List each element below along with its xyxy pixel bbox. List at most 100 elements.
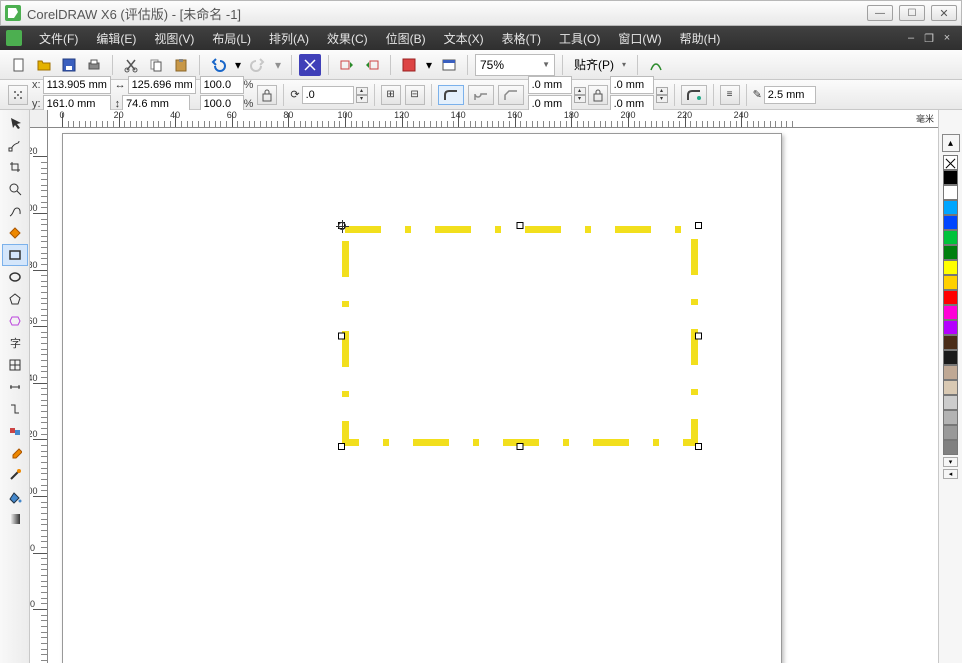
redo-button[interactable] bbox=[247, 54, 269, 76]
swatch-nofill[interactable] bbox=[943, 155, 958, 170]
menu-layout[interactable]: 布局(L) bbox=[203, 27, 260, 50]
maximize-button[interactable]: ☐ bbox=[899, 5, 925, 21]
corner-scallop-button[interactable] bbox=[468, 85, 494, 105]
corner-lock-button[interactable] bbox=[588, 85, 608, 105]
ellipse-tool[interactable] bbox=[2, 266, 28, 288]
swatch[interactable] bbox=[943, 320, 958, 335]
handle-ml[interactable] bbox=[338, 333, 345, 340]
menu-bitmap[interactable]: 位图(B) bbox=[377, 27, 435, 50]
handle-tr[interactable] bbox=[695, 222, 702, 229]
corner-tr-input[interactable] bbox=[610, 76, 654, 94]
swatch[interactable] bbox=[943, 215, 958, 230]
outline-tool[interactable] bbox=[2, 464, 28, 486]
menu-window[interactable]: 窗口(W) bbox=[609, 27, 670, 50]
mdi-restore-button[interactable]: ❐ bbox=[920, 31, 938, 45]
ruler-origin[interactable] bbox=[30, 110, 48, 128]
redo-dropdown[interactable]: ▾ bbox=[272, 54, 284, 76]
undo-button[interactable] bbox=[207, 54, 229, 76]
print-button[interactable] bbox=[83, 54, 105, 76]
menu-effects[interactable]: 效果(C) bbox=[318, 27, 377, 50]
menu-tools[interactable]: 工具(O) bbox=[550, 27, 609, 50]
dimension-tool[interactable] bbox=[2, 376, 28, 398]
mdi-close-button[interactable]: × bbox=[938, 31, 956, 45]
rectangle-tool[interactable] bbox=[2, 244, 28, 266]
swatch[interactable] bbox=[943, 200, 958, 215]
corner-chamfer-button[interactable] bbox=[498, 85, 524, 105]
snap-menu[interactable]: 贴齐(P)▾ bbox=[570, 54, 630, 76]
interactive-fill-tool[interactable] bbox=[2, 508, 28, 530]
handle-mr[interactable] bbox=[695, 333, 702, 340]
swatch-black[interactable] bbox=[943, 170, 958, 185]
mdi-minimize-button[interactable]: – bbox=[902, 31, 920, 45]
crop-tool[interactable] bbox=[2, 156, 28, 178]
outline-width-input[interactable] bbox=[764, 86, 816, 104]
handle-center[interactable] bbox=[338, 222, 346, 230]
zoom-combo[interactable]: 75%▼ bbox=[475, 54, 555, 76]
close-button[interactable]: ✕ bbox=[931, 5, 957, 21]
swatch[interactable] bbox=[943, 185, 958, 200]
undo-dropdown[interactable]: ▾ bbox=[232, 54, 244, 76]
swatch[interactable] bbox=[943, 290, 958, 305]
open-button[interactable] bbox=[33, 54, 55, 76]
swatch[interactable] bbox=[943, 425, 958, 440]
import-button[interactable] bbox=[336, 54, 358, 76]
table-tool[interactable] bbox=[2, 354, 28, 376]
width-input[interactable] bbox=[128, 76, 196, 94]
menu-edit[interactable]: 编辑(E) bbox=[87, 27, 145, 50]
zoom-tool[interactable] bbox=[2, 178, 28, 200]
eyedropper-tool[interactable] bbox=[2, 442, 28, 464]
angle-input[interactable] bbox=[302, 86, 354, 104]
swatch[interactable] bbox=[943, 440, 958, 455]
paste-button[interactable] bbox=[170, 54, 192, 76]
swatch[interactable] bbox=[943, 365, 958, 380]
menu-text[interactable]: 文本(X) bbox=[435, 27, 493, 50]
basic-shapes-tool[interactable] bbox=[2, 310, 28, 332]
fill-tool[interactable] bbox=[2, 486, 28, 508]
menu-file[interactable]: 文件(F) bbox=[30, 27, 87, 50]
mirror-v-button[interactable]: ⊟ bbox=[405, 85, 425, 105]
viewport[interactable] bbox=[48, 128, 938, 663]
corner-round-button[interactable] bbox=[438, 85, 464, 105]
cut-button[interactable] bbox=[120, 54, 142, 76]
corner-spinner-l[interactable]: ▴▾ bbox=[574, 87, 586, 103]
ruler-vertical[interactable]: 2202001801601401201008060 bbox=[30, 128, 48, 663]
handle-tm[interactable] bbox=[517, 222, 524, 229]
palette-up[interactable]: ▴ bbox=[942, 134, 960, 152]
relative-corner-button[interactable] bbox=[681, 85, 707, 105]
swatch[interactable] bbox=[943, 395, 958, 410]
menu-help[interactable]: 帮助(H) bbox=[671, 27, 730, 50]
app-launcher-dropdown[interactable]: ▾ bbox=[423, 54, 435, 76]
menu-table[interactable]: 表格(T) bbox=[493, 27, 550, 50]
handle-br[interactable] bbox=[695, 443, 702, 450]
app-launcher-button[interactable] bbox=[398, 54, 420, 76]
pick-tool[interactable] bbox=[2, 112, 28, 134]
palette-down[interactable]: ▾ bbox=[943, 457, 958, 467]
corner-tl-input[interactable] bbox=[528, 76, 572, 94]
search-button[interactable] bbox=[299, 54, 321, 76]
shape-tool[interactable] bbox=[2, 134, 28, 156]
swatch[interactable] bbox=[943, 380, 958, 395]
options-button[interactable] bbox=[645, 54, 667, 76]
freehand-tool[interactable] bbox=[2, 200, 28, 222]
wrap-text-button[interactable]: ≡ bbox=[720, 85, 740, 105]
lock-ratio-button[interactable] bbox=[257, 85, 277, 105]
scale-x-input[interactable] bbox=[200, 76, 244, 94]
ruler-horizontal[interactable]: 毫米 020406080100120140160180200220240 bbox=[48, 110, 938, 128]
interactive-tool[interactable] bbox=[2, 420, 28, 442]
text-tool[interactable]: 字 bbox=[2, 332, 28, 354]
handle-bm[interactable] bbox=[517, 443, 524, 450]
swatch[interactable] bbox=[943, 245, 958, 260]
swatch[interactable] bbox=[943, 410, 958, 425]
angle-spinner[interactable]: ▴▾ bbox=[356, 87, 368, 103]
x-input[interactable] bbox=[43, 76, 111, 94]
handle-bl[interactable] bbox=[338, 443, 345, 450]
smart-fill-tool[interactable] bbox=[2, 222, 28, 244]
menu-view[interactable]: 视图(V) bbox=[145, 27, 203, 50]
corner-spinner-r[interactable]: ▴▾ bbox=[656, 87, 668, 103]
save-button[interactable] bbox=[58, 54, 80, 76]
swatch[interactable] bbox=[943, 230, 958, 245]
swatch[interactable] bbox=[943, 350, 958, 365]
copy-button[interactable] bbox=[145, 54, 167, 76]
swatch[interactable] bbox=[943, 335, 958, 350]
menu-arrange[interactable]: 排列(A) bbox=[260, 27, 318, 50]
